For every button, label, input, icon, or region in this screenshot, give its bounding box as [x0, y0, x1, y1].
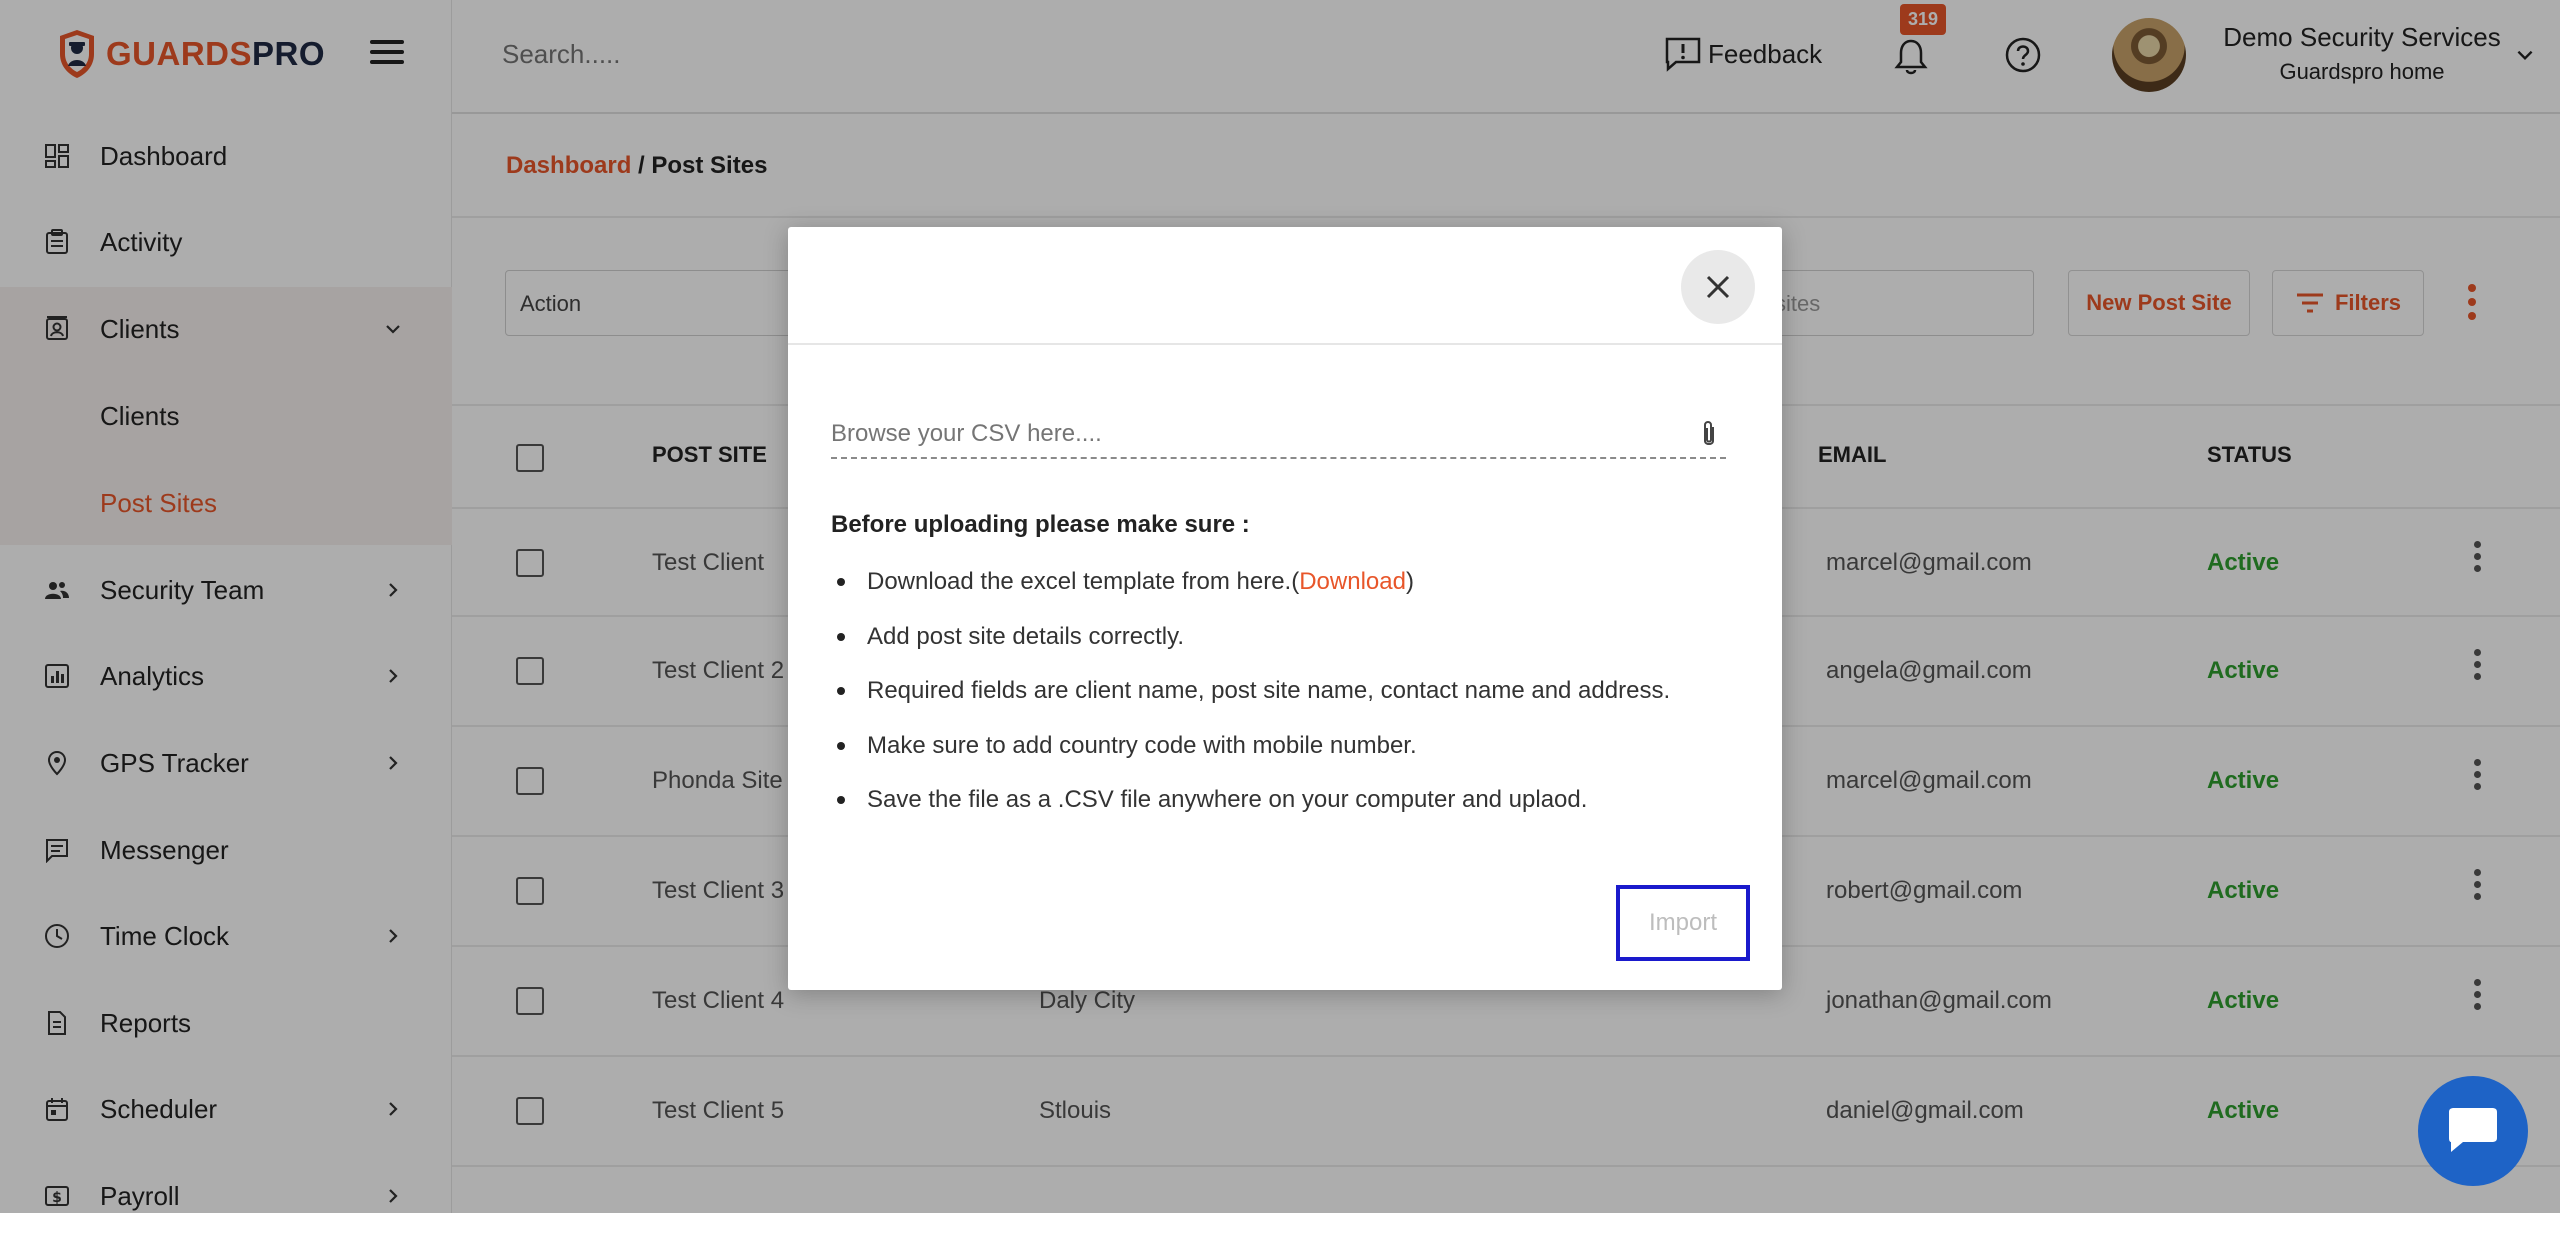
- close-icon: [1706, 275, 1730, 299]
- csv-file-input[interactable]: [831, 417, 1681, 451]
- list-item: Download the excel template from here.(D…: [831, 565, 1670, 620]
- rule-text: Make sure to add country code with mobil…: [867, 731, 1417, 759]
- paperclip-icon[interactable]: [1699, 419, 1719, 449]
- rule-text: ): [1405, 568, 1414, 595]
- close-modal-button[interactable]: [1681, 250, 1755, 324]
- csv-file-field[interactable]: [831, 413, 1726, 459]
- rule-text: Required fields are client name, post si…: [867, 677, 1671, 704]
- upload-instructions-list: Download the excel template from here.(D…: [831, 565, 1670, 838]
- list-item: Make sure to add country code with mobil…: [831, 729, 1670, 784]
- rule-text: Download the excel template from here.(: [867, 568, 1300, 595]
- upload-instructions-heading: Before uploading please make sure :: [831, 511, 1250, 538]
- list-item: Add post site details correctly.: [831, 620, 1670, 675]
- rule-text: Add post site details correctly.: [867, 622, 1185, 650]
- download-template-link[interactable]: Download: [1299, 568, 1406, 595]
- import-button[interactable]: Import: [1616, 885, 1750, 961]
- import-csv-modal: Before uploading please make sure : Down…: [788, 227, 1782, 990]
- list-item: Save the file as a .CSV file anywhere on…: [831, 783, 1670, 838]
- rule-text: Save the file as a .CSV file anywhere on…: [867, 786, 1588, 813]
- chat-launcher-button[interactable]: [2418, 1076, 2528, 1186]
- list-item: Required fields are client name, post si…: [831, 674, 1670, 729]
- modal-header: [788, 227, 1782, 345]
- chat-bubble-icon: [2449, 1108, 2497, 1152]
